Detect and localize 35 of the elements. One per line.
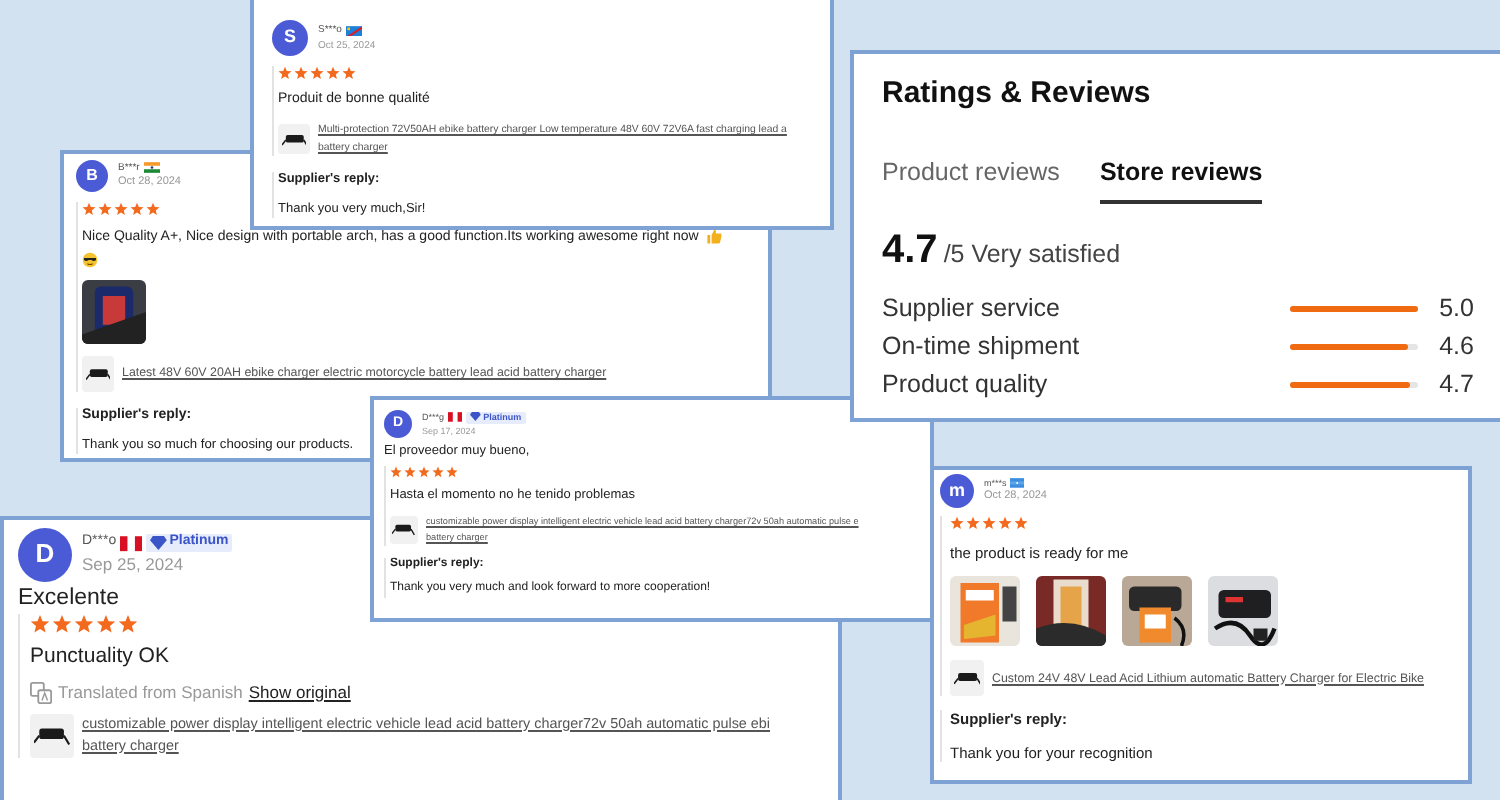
star-icon xyxy=(74,614,94,635)
rating-score: 4.7 xyxy=(882,226,938,277)
flag-icon xyxy=(345,25,362,37)
thumbs-up-icon xyxy=(706,228,724,246)
flag-icon xyxy=(1010,478,1025,489)
metric-label: Supplier service xyxy=(882,292,1062,327)
star-icon xyxy=(52,614,72,635)
review-headline: Excelente xyxy=(18,584,120,613)
review-text: Punctuality OK xyxy=(30,644,169,671)
flag-icon xyxy=(448,412,463,423)
panel-title: Ratings & Reviews xyxy=(882,74,1153,114)
tab[interactable]: Store reviews xyxy=(1099,153,1263,205)
diamond-icon xyxy=(150,536,168,551)
avatar: D xyxy=(18,528,72,582)
translation-note: Translated from Spanish xyxy=(58,681,243,703)
metric-value: 4.6 xyxy=(1437,330,1474,365)
diamond-icon xyxy=(470,412,482,422)
tab[interactable]: Product reviews xyxy=(882,153,1060,205)
review-date: Sep 25, 2024 xyxy=(82,554,186,576)
show-original-link[interactable]: Show original xyxy=(248,681,351,703)
metric-label: Product quality xyxy=(882,368,1050,403)
translate-icon xyxy=(30,681,53,704)
star-icon xyxy=(30,614,50,635)
avatar: S xyxy=(272,20,308,56)
rating-summary: /5 Very satisfied xyxy=(943,238,1121,273)
flag-icon xyxy=(143,162,160,174)
star-icon xyxy=(96,614,116,635)
star-icon xyxy=(118,614,138,635)
sunglasses-smiley-icon xyxy=(82,252,98,269)
avatar: B xyxy=(76,160,108,192)
metric-label: On-time shipment xyxy=(882,330,1082,365)
metric-value: 5.0 xyxy=(1437,292,1474,327)
avatar: m xyxy=(940,474,974,508)
flag-icon xyxy=(120,535,143,552)
metric-value: 4.7 xyxy=(1437,368,1474,403)
